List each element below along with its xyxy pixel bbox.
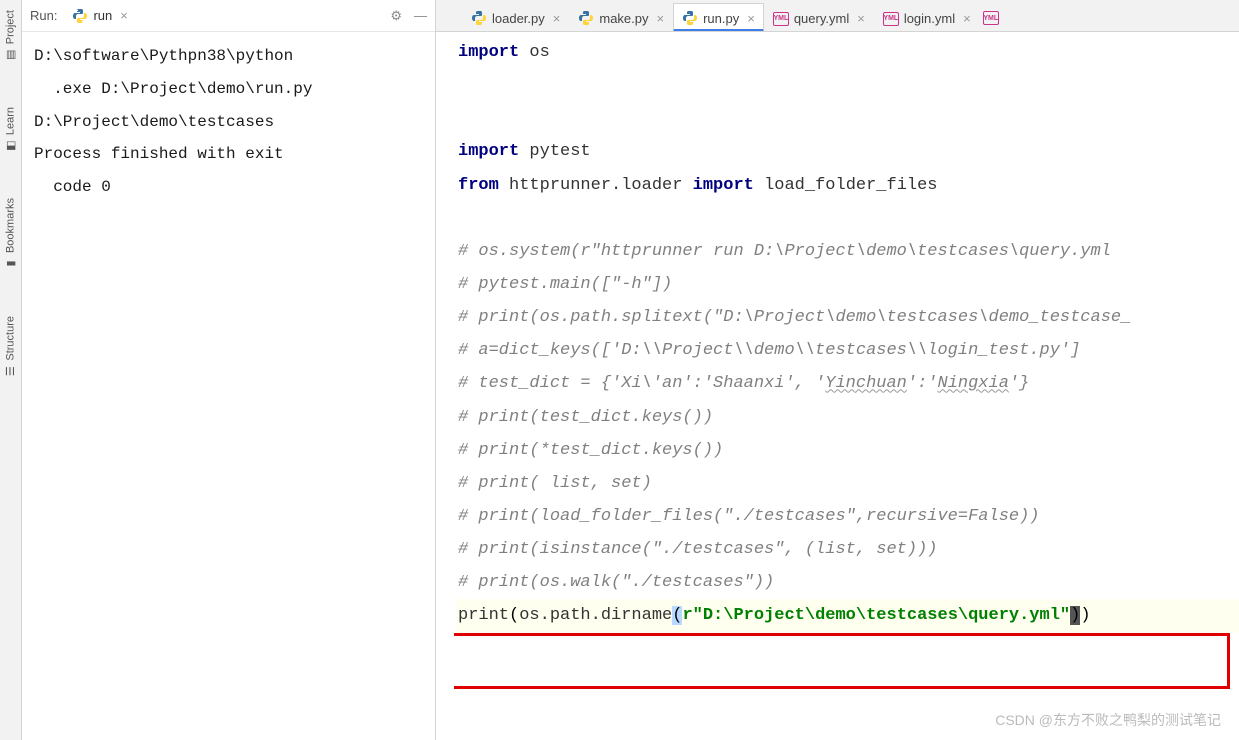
close-icon[interactable]: × (747, 11, 755, 26)
annotation-box (454, 633, 1230, 689)
run-tab-name: run (93, 8, 112, 23)
folder-icon: ▤ (4, 48, 17, 61)
yml-icon: YML (983, 11, 999, 25)
close-icon[interactable]: × (553, 11, 561, 26)
close-icon[interactable]: × (963, 11, 971, 26)
run-label: Run: (30, 8, 57, 23)
sidebar-tab-project[interactable]: ▤Project (4, 2, 17, 69)
console-line: D:\software\Pythpn38\python (34, 40, 423, 73)
editor-tab-login[interactable]: YMLlogin.yml× (874, 4, 980, 31)
sidebar-tab-learn[interactable]: ◧Learn (4, 99, 17, 160)
code-editor[interactable]: import os import pytest from httprunner.… (436, 32, 1239, 740)
close-icon[interactable]: × (657, 11, 665, 26)
editor-area: loader.py× make.py× run.py× YMLquery.yml… (436, 0, 1239, 740)
console-line: D:\Project\demo\testcases (34, 106, 423, 139)
editor-tab-query[interactable]: YMLquery.yml× (764, 4, 874, 31)
console-line: .exe D:\Project\demo\run.py (34, 73, 423, 106)
close-icon[interactable]: × (120, 8, 128, 23)
python-icon (72, 8, 88, 24)
sidebar-tab-structure[interactable]: ☰Structure (4, 308, 17, 386)
watermark-text: CSDN @东方不败之鸭梨的测试笔记 (995, 710, 1221, 730)
close-icon[interactable]: × (857, 11, 865, 26)
gutter (436, 32, 454, 740)
structure-icon: ☰ (4, 365, 17, 378)
run-config-tab[interactable]: run × (63, 3, 136, 29)
gear-icon[interactable]: ⚙ (390, 8, 402, 24)
ide-left-sidebar: ▤Project ◧Learn ▮Bookmarks ☰Structure (0, 0, 22, 740)
python-icon (471, 10, 487, 26)
yml-icon: YML (773, 12, 789, 26)
console-line: code 0 (34, 171, 423, 204)
python-icon (682, 10, 698, 26)
editor-tab-loader[interactable]: loader.py× (462, 3, 569, 31)
run-tool-window: Run: run × ⚙ — D:\software\Pythpn38\pyth… (22, 0, 436, 740)
yml-icon: YML (883, 12, 899, 26)
run-header: Run: run × ⚙ — (22, 0, 435, 32)
sidebar-tab-bookmarks[interactable]: ▮Bookmarks (4, 190, 17, 278)
editor-tab-more[interactable]: YML (980, 4, 1002, 31)
bookmark-icon: ▮ (4, 257, 17, 270)
editor-tab-make[interactable]: make.py× (569, 3, 673, 31)
python-icon (578, 10, 594, 26)
minimize-icon[interactable]: — (414, 8, 427, 23)
console-line: Process finished with exit (34, 138, 423, 171)
editor-tabs: loader.py× make.py× run.py× YMLquery.yml… (436, 0, 1239, 32)
console-output[interactable]: D:\software\Pythpn38\python .exe D:\Proj… (22, 32, 435, 212)
learn-icon: ◧ (4, 139, 17, 152)
editor-tab-run[interactable]: run.py× (673, 3, 764, 32)
